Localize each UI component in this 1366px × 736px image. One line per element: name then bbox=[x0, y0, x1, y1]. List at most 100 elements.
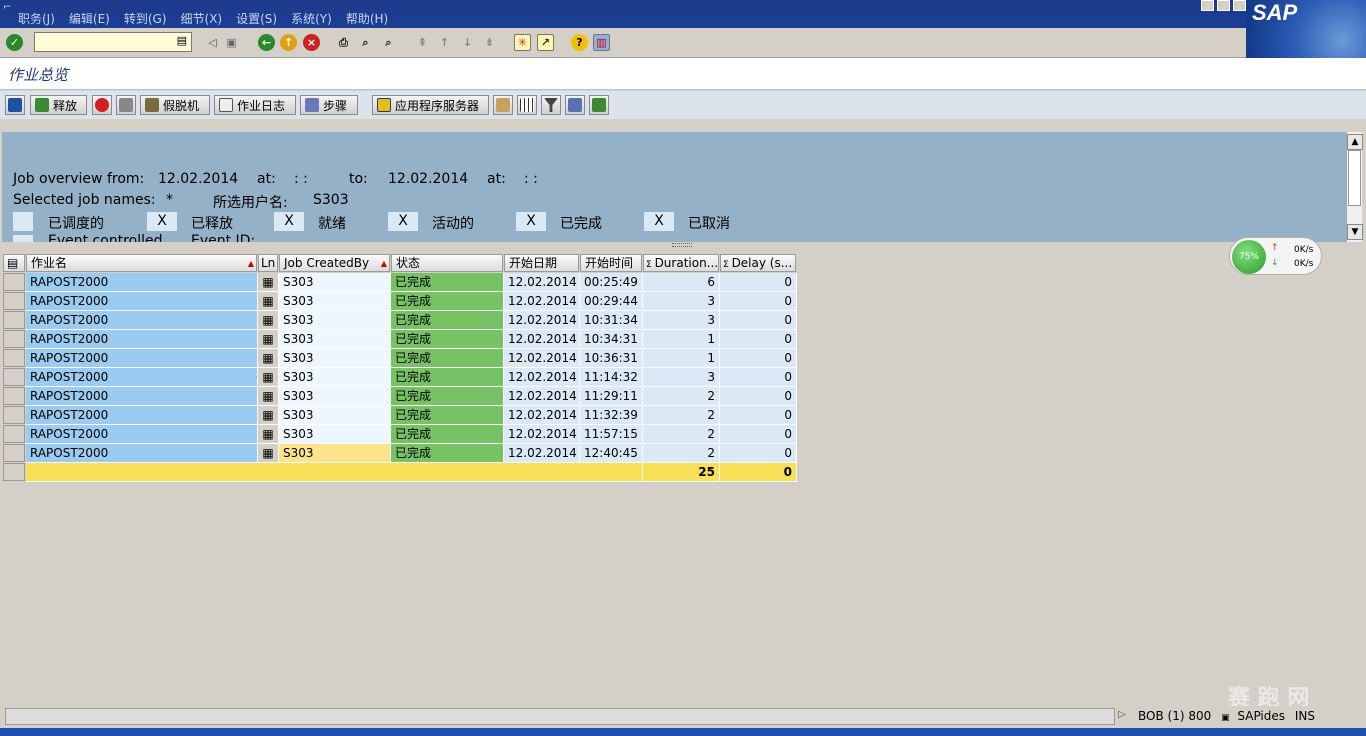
cell-name[interactable]: RAPOST2000 bbox=[26, 349, 258, 368]
row-selector[interactable] bbox=[3, 273, 25, 291]
row-selector[interactable] bbox=[3, 425, 25, 443]
cell-name[interactable]: RAPOST2000 bbox=[26, 444, 258, 463]
enter-check-icon[interactable]: ✓ bbox=[6, 34, 23, 51]
select-all-icon[interactable]: ▤ bbox=[3, 254, 25, 272]
job-log-button[interactable]: 作业日志 bbox=[214, 95, 296, 115]
cell-by[interactable]: S303 bbox=[279, 311, 391, 330]
cell-duration[interactable]: 3 bbox=[643, 368, 720, 387]
menu-item[interactable]: 细节(X) bbox=[181, 10, 223, 27]
cell-by[interactable]: S303 bbox=[279, 425, 391, 444]
cell-status[interactable]: 已完成 bbox=[391, 292, 504, 311]
new-session-icon[interactable]: ✳ bbox=[514, 34, 531, 51]
filter-button[interactable] bbox=[541, 95, 561, 115]
history-back-icon[interactable]: ◁ bbox=[204, 34, 221, 51]
menu-item[interactable]: 职务(J) bbox=[18, 10, 55, 27]
cell-time[interactable]: 11:57:15 bbox=[580, 425, 643, 444]
col-duration[interactable]: Σ Duration... bbox=[643, 254, 719, 272]
cell-status[interactable]: 已完成 bbox=[391, 330, 504, 349]
cell-by[interactable]: S303 bbox=[279, 292, 391, 311]
cell-by[interactable]: S303 bbox=[279, 406, 391, 425]
row-selector[interactable] bbox=[3, 387, 25, 405]
cell-time[interactable]: 00:25:49 bbox=[580, 273, 643, 292]
cell-date[interactable]: 12.02.2014 bbox=[504, 349, 580, 368]
cell-name[interactable]: RAPOST2000 bbox=[26, 273, 258, 292]
stop-button[interactable] bbox=[92, 95, 112, 115]
spool-button[interactable]: 假脱机 bbox=[140, 95, 210, 115]
col-job-name[interactable]: 作业名 ▲ bbox=[26, 254, 257, 272]
cell-status[interactable]: 已完成 bbox=[391, 311, 504, 330]
spool-list-icon[interactable]: ▦ bbox=[258, 330, 279, 349]
cell-status[interactable]: 已完成 bbox=[391, 444, 504, 463]
exit-icon[interactable]: ↑ bbox=[280, 34, 297, 51]
command-dropdown-icon[interactable]: ▤ bbox=[177, 34, 187, 47]
steps-button[interactable]: 步骤 bbox=[300, 95, 358, 115]
spool-list-icon[interactable]: ▦ bbox=[258, 368, 279, 387]
spool-list-icon[interactable]: ▦ bbox=[258, 292, 279, 311]
scroll-thumb[interactable] bbox=[1348, 150, 1361, 206]
spool-list-icon[interactable]: ▦ bbox=[258, 425, 279, 444]
spool-list-icon[interactable]: ▦ bbox=[258, 406, 279, 425]
menu-item[interactable]: 帮助(H) bbox=[346, 10, 388, 27]
cell-name[interactable]: RAPOST2000 bbox=[26, 425, 258, 444]
row-selector[interactable] bbox=[3, 349, 25, 367]
cell-delay[interactable]: 0 bbox=[720, 406, 797, 425]
cell-delay[interactable]: 0 bbox=[720, 292, 797, 311]
col-start-date[interactable]: 开始日期 bbox=[504, 254, 579, 272]
cell-status[interactable]: 已完成 bbox=[391, 387, 504, 406]
cell-delay[interactable]: 0 bbox=[720, 330, 797, 349]
maximize-icon[interactable] bbox=[1217, 0, 1230, 11]
cell-duration[interactable]: 2 bbox=[643, 425, 720, 444]
layout-menu-icon[interactable]: ▥ bbox=[593, 34, 610, 51]
row-selector[interactable] bbox=[3, 292, 25, 310]
cell-duration[interactable]: 6 bbox=[643, 273, 720, 292]
cell-delay[interactable]: 0 bbox=[720, 425, 797, 444]
cell-duration[interactable]: 1 bbox=[643, 349, 720, 368]
cell-time[interactable]: 00:29:44 bbox=[580, 292, 643, 311]
col-start-time[interactable]: 开始时间 bbox=[580, 254, 642, 272]
splitter-handle[interactable] bbox=[672, 243, 692, 247]
row-selector[interactable] bbox=[3, 406, 25, 424]
cell-status[interactable]: 已完成 bbox=[391, 273, 504, 292]
scroll-down-icon[interactable]: ▼ bbox=[1347, 224, 1363, 240]
cell-date[interactable]: 12.02.2014 bbox=[504, 311, 580, 330]
header-scrollbar[interactable]: ▲ ▼ bbox=[1346, 132, 1363, 242]
cell-name[interactable]: RAPOST2000 bbox=[26, 387, 258, 406]
cell-delay[interactable]: 0 bbox=[720, 311, 797, 330]
row-selector[interactable] bbox=[3, 368, 25, 386]
scroll-up-icon[interactable]: ▲ bbox=[1347, 134, 1363, 150]
cell-by[interactable]: S303 bbox=[279, 387, 391, 406]
minimize-icon[interactable] bbox=[1201, 0, 1214, 11]
row-selector[interactable] bbox=[3, 311, 25, 329]
cell-delay[interactable]: 0 bbox=[720, 387, 797, 406]
spool-list-icon[interactable]: ▦ bbox=[258, 444, 279, 463]
row-selector[interactable] bbox=[3, 330, 25, 348]
cell-time[interactable]: 10:36:31 bbox=[580, 349, 643, 368]
spool-list-icon[interactable]: ▦ bbox=[258, 349, 279, 368]
cell-name[interactable]: RAPOST2000 bbox=[26, 330, 258, 349]
find-icon[interactable]: ⌕ bbox=[357, 34, 374, 51]
cell-date[interactable]: 12.02.2014 bbox=[504, 425, 580, 444]
cell-delay[interactable]: 0 bbox=[720, 444, 797, 463]
total-row-selector[interactable] bbox=[3, 463, 25, 481]
cell-date[interactable]: 12.02.2014 bbox=[504, 292, 580, 311]
print-icon[interactable]: ⎙ bbox=[335, 34, 352, 51]
menu-item[interactable]: 转到(G) bbox=[124, 10, 167, 27]
cell-status[interactable]: 已完成 bbox=[391, 349, 504, 368]
cell-name[interactable]: RAPOST2000 bbox=[26, 311, 258, 330]
cell-by[interactable]: S303 bbox=[279, 330, 391, 349]
app-server-button[interactable]: 应用程序服务器 bbox=[372, 95, 489, 115]
spool-list-icon[interactable]: ▦ bbox=[258, 273, 279, 292]
cell-name[interactable]: RAPOST2000 bbox=[26, 406, 258, 425]
menu-item[interactable]: 编辑(E) bbox=[69, 10, 110, 27]
cell-date[interactable]: 12.02.2014 bbox=[504, 406, 580, 425]
release-button[interactable]: 释放 bbox=[30, 95, 87, 115]
cell-delay[interactable]: 0 bbox=[720, 368, 797, 387]
back-icon[interactable]: ← bbox=[258, 34, 275, 51]
col-status[interactable]: 状态 bbox=[391, 254, 503, 272]
command-field[interactable]: ▤ bbox=[34, 32, 192, 52]
cell-status[interactable]: 已完成 bbox=[391, 406, 504, 425]
col-created-by[interactable]: Job CreatedBy ▲ bbox=[279, 254, 390, 272]
cell-time[interactable]: 11:32:39 bbox=[580, 406, 643, 425]
close-icon[interactable] bbox=[1233, 0, 1246, 11]
cell-time[interactable]: 10:31:34 bbox=[580, 311, 643, 330]
